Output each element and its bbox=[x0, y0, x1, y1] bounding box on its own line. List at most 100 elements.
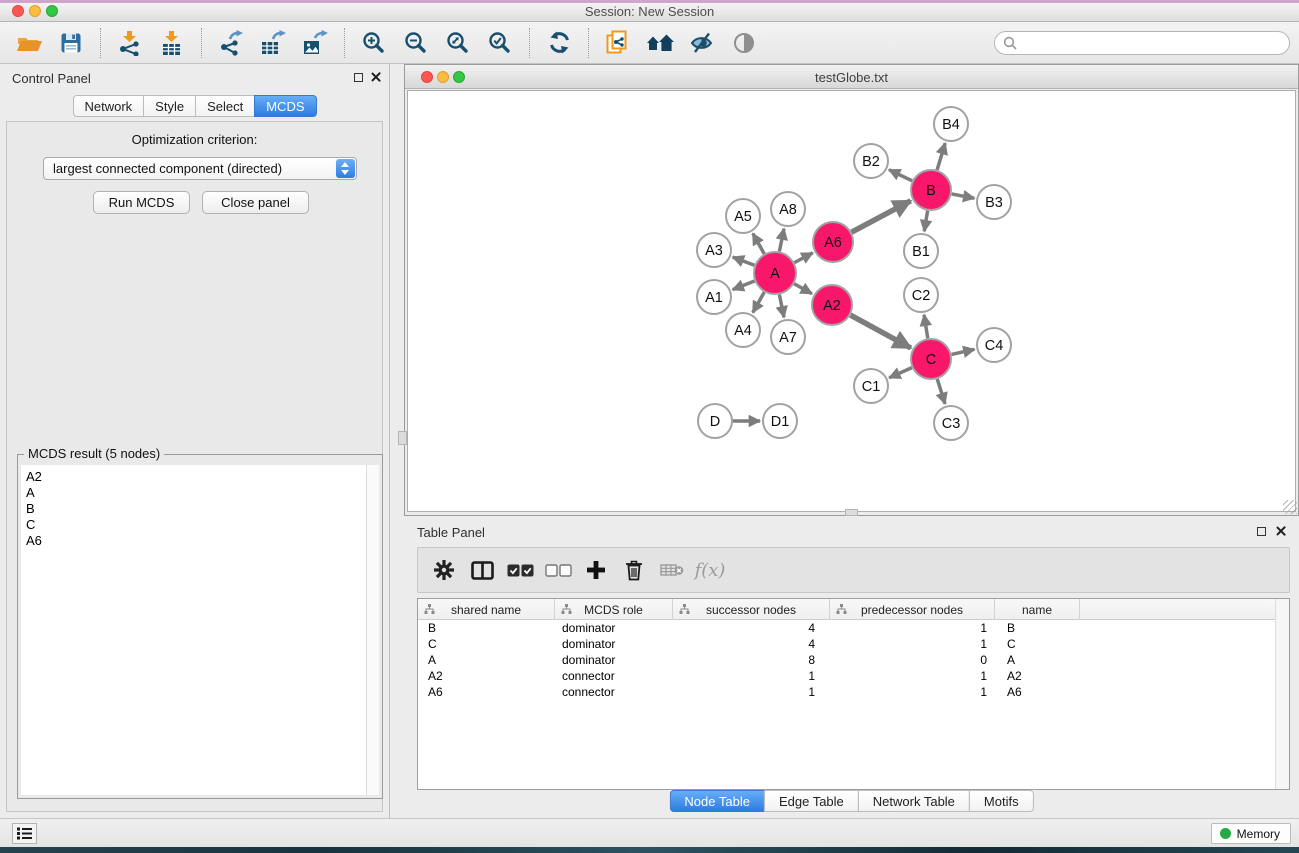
edge-A-A8[interactable] bbox=[779, 229, 784, 252]
edge-A2-C[interactable] bbox=[850, 315, 910, 348]
graph-node-B1[interactable]: B1 bbox=[904, 234, 938, 268]
column-header-name[interactable]: name bbox=[995, 599, 1080, 620]
edge-A-A3[interactable] bbox=[733, 257, 755, 265]
graph-node-A1[interactable]: A1 bbox=[697, 280, 731, 314]
edge-A-A7[interactable] bbox=[779, 295, 784, 318]
table-scrollbar[interactable] bbox=[1275, 599, 1289, 789]
refresh-button[interactable] bbox=[538, 25, 580, 61]
edge-A-A1[interactable] bbox=[733, 281, 755, 290]
graph-node-A7[interactable]: A7 bbox=[771, 320, 805, 354]
column-header-shared-name[interactable]: shared name bbox=[418, 599, 555, 620]
graph-node-A6[interactable]: A6 bbox=[813, 222, 853, 262]
export-table-button[interactable] bbox=[252, 25, 294, 61]
edge-A-A4[interactable] bbox=[753, 292, 764, 312]
horizontal-split-handle[interactable] bbox=[845, 509, 858, 516]
graph-node-B[interactable]: B bbox=[911, 170, 951, 210]
add-column-button[interactable] bbox=[577, 551, 615, 589]
graph-node-A2[interactable]: A2 bbox=[812, 285, 852, 325]
zoom-out-button[interactable] bbox=[395, 25, 437, 61]
search-field[interactable] bbox=[994, 31, 1290, 55]
hide-graphics-details-button[interactable] bbox=[681, 25, 723, 61]
tab-motifs[interactable]: Motifs bbox=[969, 790, 1034, 812]
result-item[interactable]: B bbox=[26, 501, 366, 517]
zoom-in-button[interactable] bbox=[353, 25, 395, 61]
graph-node-C[interactable]: C bbox=[911, 339, 951, 379]
edge-B-B1[interactable] bbox=[924, 211, 927, 232]
memory-button[interactable]: Memory bbox=[1211, 823, 1291, 844]
network-canvas[interactable]: B4 B2 B B3 A8 A5 A6 A3 B1 A C2 A1 A2 A4 A7 C4 C C1 C3 D D1 bbox=[407, 90, 1296, 512]
column-header-successor-nodes[interactable]: successor nodes bbox=[673, 599, 830, 620]
import-network-button[interactable] bbox=[109, 25, 151, 61]
edge-A-A5[interactable] bbox=[753, 233, 764, 253]
edge-B-B3[interactable] bbox=[952, 194, 975, 198]
graph-node-A[interactable]: A bbox=[754, 252, 796, 294]
delete-column-button[interactable] bbox=[615, 551, 653, 589]
close-panel-button[interactable]: Close panel bbox=[202, 191, 309, 214]
select-all-button[interactable] bbox=[501, 551, 539, 589]
home-button[interactable] bbox=[639, 25, 681, 61]
edge-C-C1[interactable] bbox=[889, 368, 912, 378]
edge-B-B4[interactable] bbox=[937, 143, 945, 170]
tab-node-table[interactable]: Node Table bbox=[669, 790, 765, 812]
export-image-button[interactable] bbox=[294, 25, 336, 61]
edge-C-C2[interactable] bbox=[924, 315, 928, 338]
edge-A-A2[interactable] bbox=[794, 284, 812, 294]
criterion-dropdown[interactable]: largest connected component (directed) bbox=[43, 157, 357, 180]
window-resize-grip[interactable] bbox=[1283, 500, 1297, 514]
edge-C-C3[interactable] bbox=[937, 379, 945, 404]
result-item[interactable]: C bbox=[26, 517, 366, 533]
table-row[interactable]: Bdominator41B bbox=[418, 620, 1275, 636]
export-network-button[interactable] bbox=[210, 25, 252, 61]
graph-node-B2[interactable]: B2 bbox=[854, 144, 888, 178]
graph-node-A4[interactable]: A4 bbox=[726, 313, 760, 347]
search-input[interactable] bbox=[1017, 36, 1289, 51]
result-item[interactable]: A6 bbox=[26, 533, 366, 549]
graph-node-D1[interactable]: D1 bbox=[763, 404, 797, 438]
show-graphics-details-button[interactable] bbox=[723, 25, 765, 61]
result-list-scrollbar[interactable] bbox=[366, 465, 379, 795]
column-header-MCDS-role[interactable]: MCDS role bbox=[555, 599, 673, 620]
graph-node-A3[interactable]: A3 bbox=[697, 233, 731, 267]
tab-style[interactable]: Style bbox=[143, 95, 196, 117]
graph-node-C2[interactable]: C2 bbox=[904, 278, 938, 312]
float-panel-icon[interactable] bbox=[354, 73, 363, 82]
graph-node-C1[interactable]: C1 bbox=[854, 369, 888, 403]
table-row[interactable]: Cdominator41C bbox=[418, 636, 1275, 652]
edge-C-C4[interactable] bbox=[951, 349, 974, 354]
new-network-from-file-button[interactable] bbox=[597, 25, 639, 61]
edge-A-A6[interactable] bbox=[794, 253, 812, 263]
graph-node-A8[interactable]: A8 bbox=[771, 192, 805, 226]
graph-node-B3[interactable]: B3 bbox=[977, 185, 1011, 219]
import-table-button[interactable] bbox=[151, 25, 193, 61]
vertical-split-handle[interactable] bbox=[398, 431, 407, 445]
column-header-predecessor-nodes[interactable]: predecessor nodes bbox=[830, 599, 995, 620]
close-panel-icon[interactable] bbox=[370, 71, 381, 82]
edge-A6-B[interactable] bbox=[852, 201, 911, 232]
graph-node-C4[interactable]: C4 bbox=[977, 328, 1011, 362]
graph-node-B4[interactable]: B4 bbox=[934, 107, 968, 141]
deselect-all-button[interactable] bbox=[539, 551, 577, 589]
task-history-button[interactable] bbox=[12, 823, 37, 844]
tab-mcds[interactable]: MCDS bbox=[254, 95, 316, 117]
tab-network[interactable]: Network bbox=[72, 95, 144, 117]
open-file-button[interactable] bbox=[8, 25, 50, 61]
result-item[interactable]: A2 bbox=[26, 469, 366, 485]
table-row[interactable]: A6connector11A6 bbox=[418, 684, 1275, 700]
result-item[interactable]: A bbox=[26, 485, 366, 501]
graph-node-D[interactable]: D bbox=[698, 404, 732, 438]
column-chooser-button[interactable] bbox=[463, 551, 501, 589]
zoom-selected-button[interactable] bbox=[479, 25, 521, 61]
float-table-panel-icon[interactable] bbox=[1257, 527, 1266, 536]
edge-B-B2[interactable] bbox=[889, 170, 912, 181]
delete-table-button[interactable] bbox=[653, 551, 691, 589]
run-mcds-button[interactable]: Run MCDS bbox=[93, 191, 190, 214]
save-session-button[interactable] bbox=[50, 25, 92, 61]
table-row[interactable]: A2connector11A2 bbox=[418, 668, 1275, 684]
table-row[interactable]: Adominator80A bbox=[418, 652, 1275, 668]
tab-edge-table[interactable]: Edge Table bbox=[764, 790, 859, 812]
graph-node-C3[interactable]: C3 bbox=[934, 406, 968, 440]
table-settings-button[interactable] bbox=[425, 551, 463, 589]
close-table-panel-icon[interactable] bbox=[1275, 525, 1286, 536]
graph-node-A5[interactable]: A5 bbox=[726, 199, 760, 233]
function-builder-button[interactable]: f(x) bbox=[691, 551, 729, 589]
